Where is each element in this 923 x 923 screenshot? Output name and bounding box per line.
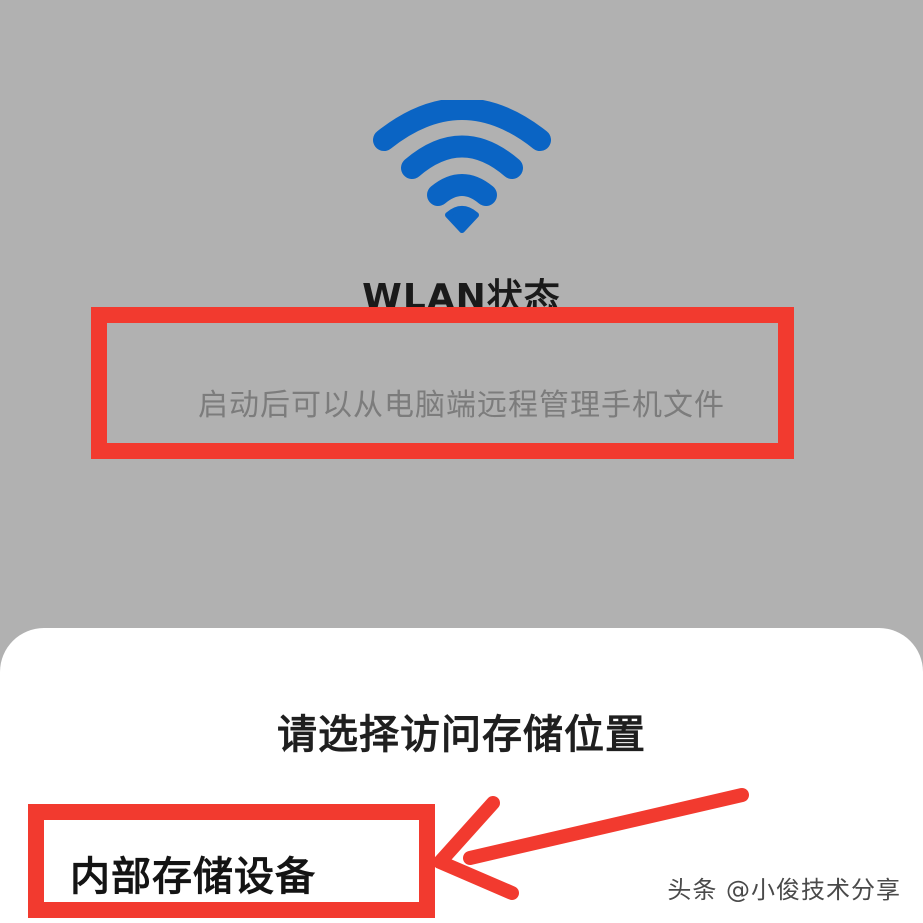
storage-sheet-title: 请选择访问存储位置 [277,712,646,758]
watermark-text: 头条 @小俊技术分享 [667,876,901,904]
wifi-icon [373,100,551,233]
annotation-highlight-description [91,307,794,459]
screen: WLAN状态 启动后可以从电脑端远程管理手机文件 请选择访问存储位置 内部存储设… [0,0,923,923]
internal-storage-label[interactable]: 内部存储设备 [70,844,316,902]
